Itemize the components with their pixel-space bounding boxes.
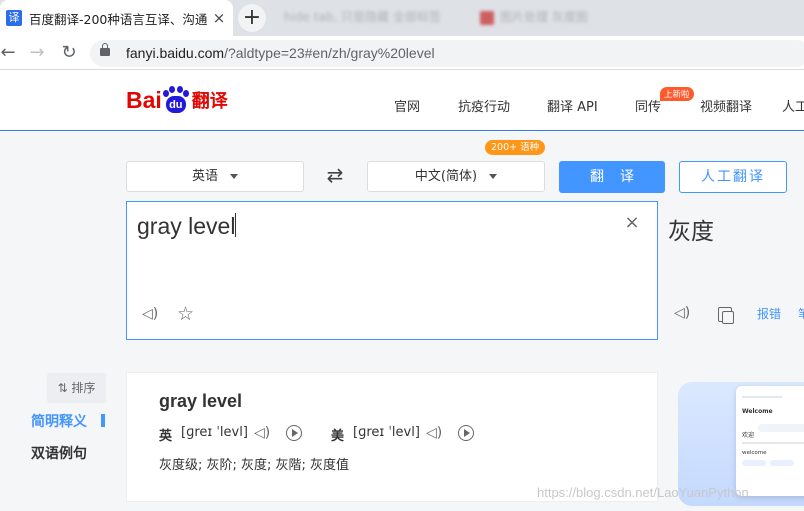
- promo-title: 欢迎: [742, 432, 755, 439]
- report-error-link[interactable]: 报错: [757, 305, 781, 322]
- new-badge: 上新啦: [660, 87, 694, 101]
- browser-tab-inactive[interactable]: hide tab, 只是隐藏 全部标签: [284, 8, 454, 26]
- site-favicon-icon: [480, 10, 494, 25]
- caret-down-icon: [230, 174, 238, 179]
- speaker-icon[interactable]: ◁): [142, 306, 158, 322]
- speaker-icon[interactable]: ◁): [254, 425, 270, 441]
- translate-button[interactable]: 翻译: [559, 161, 665, 193]
- copy-icon[interactable]: [718, 307, 734, 324]
- speaker-icon[interactable]: ◁): [426, 425, 442, 441]
- play-icon[interactable]: [286, 425, 302, 441]
- play-icon[interactable]: [458, 425, 474, 441]
- target-language-label: 中文(简体): [414, 169, 478, 184]
- star-icon[interactable]: ☆: [177, 303, 194, 325]
- promo-field: [758, 424, 804, 432]
- logo-fanyi-text: 翻译: [191, 91, 228, 111]
- target-language-select[interactable]: 中文(简体): [367, 161, 545, 192]
- dictionary-headword: gray level: [159, 391, 243, 411]
- truncated-link[interactable]: 笔: [798, 305, 804, 322]
- logo-bai-text: Bai: [126, 86, 162, 113]
- us-label: 美: [331, 429, 345, 444]
- active-indicator: [101, 414, 105, 427]
- site-header: Bai du 翻译 官网 抗疫行动 翻译 API 同传 上新啦 视频翻译 人工: [0, 71, 804, 131]
- text-cursor: [235, 213, 237, 237]
- baidu-paw-icon: du: [162, 86, 189, 114]
- sort-button[interactable]: ⇅ 排序: [47, 373, 106, 403]
- translation-output: 灰度: [668, 219, 714, 245]
- nav-item-official[interactable]: 官网: [394, 96, 420, 115]
- caret-down-icon: [489, 174, 498, 179]
- tab-close-icon[interactable]: ×: [211, 9, 227, 27]
- clear-input-icon[interactable]: ×: [623, 212, 641, 233]
- speaker-icon[interactable]: ◁): [674, 305, 690, 321]
- us-phonetic: [ɡreɪ ˈlevl]: [353, 425, 420, 440]
- url-text[interactable]: fanyi.baidu.com/?aldtype=23#en/zh/gray%2…: [126, 45, 435, 61]
- source-language-select[interactable]: 英语: [126, 161, 304, 192]
- new-tab-button[interactable]: +: [238, 4, 266, 32]
- sidebar-item-brief-definition[interactable]: 简明释义: [31, 411, 87, 431]
- tab-title: hide tab, 只是隐藏 全部标签: [284, 10, 441, 24]
- tab-title: 图片处理 灰度图: [500, 10, 588, 24]
- browser-tab-inactive[interactable]: 图片处理 灰度图: [480, 8, 630, 26]
- sidebar-item-bilingual-examples[interactable]: 双语例句: [31, 443, 87, 463]
- nav-item-video-translate[interactable]: 视频翻译: [700, 96, 752, 115]
- promo-welcome-2: welcome: [742, 450, 767, 456]
- reload-icon[interactable]: ↻: [57, 41, 81, 65]
- baidu-fanyi-logo[interactable]: Bai du 翻译: [126, 83, 228, 117]
- human-translation-button[interactable]: 人工翻译: [679, 161, 787, 193]
- source-input[interactable]: gray level: [137, 213, 237, 240]
- tab-title: 百度翻译-200种语言互译、沟通全: [29, 11, 207, 27]
- baidu-fanyi-favicon-icon: 译: [6, 10, 22, 26]
- nav-item-human[interactable]: 人工: [782, 96, 804, 115]
- browser-tabbar: 译 百度翻译-200种语言互译、沟通全 × + hide tab, 只是隐藏 全…: [0, 0, 804, 36]
- promo-welcome: Welcome: [742, 408, 773, 415]
- source-input-area[interactable]: gray level × ◁) ☆: [126, 201, 658, 340]
- uk-phonetic: [ɡreɪ ˈlevl]: [181, 425, 248, 440]
- swap-languages-icon[interactable]: ⇄: [322, 164, 348, 186]
- url-path: /?aldtype=23#en/zh/gray%20level: [224, 45, 435, 61]
- uk-label: 英: [159, 429, 173, 444]
- url-host: fanyi.baidu.com: [126, 45, 225, 61]
- language-count-badge: 200+ 语种: [485, 140, 546, 155]
- browser-tab-active[interactable]: 译 百度翻译-200种语言互译、沟通全 ×: [0, 0, 233, 36]
- nav-item-anti-epidemic[interactable]: 抗疫行动: [458, 96, 510, 115]
- address-bar[interactable]: fanyi.baidu.com/?aldtype=23#en/zh/gray%2…: [90, 40, 804, 67]
- promo-screenshot: Welcome 欢迎 welcome: [736, 386, 804, 496]
- source-input-text: gray level: [137, 213, 236, 239]
- back-arrow-icon[interactable]: ←: [0, 41, 20, 65]
- lock-icon[interactable]: [100, 43, 110, 56]
- logo-du-text: du: [165, 96, 186, 113]
- brief-meanings: 灰度级; 灰阶; 灰度; 灰階; 灰度值: [159, 458, 350, 473]
- translation-output-area: 灰度 ◁) 报错 笔: [658, 201, 804, 340]
- source-language-label: 英语: [191, 169, 218, 184]
- forward-arrow-icon[interactable]: →: [25, 41, 49, 65]
- browser-toolbar: ← → ↻ fanyi.baidu.com/?aldtype=23#en/zh/…: [0, 36, 804, 70]
- csdn-watermark: https://blog.csdn.net/LaoYuanPython: [537, 485, 749, 500]
- nav-item-translate-api[interactable]: 翻译 API: [547, 96, 598, 115]
- dictionary-card: gray level 英 [ɡreɪ ˈlevl] ◁) 美 [ɡreɪ ˈle…: [126, 372, 658, 502]
- nav-item-simultaneous[interactable]: 同传: [635, 96, 661, 115]
